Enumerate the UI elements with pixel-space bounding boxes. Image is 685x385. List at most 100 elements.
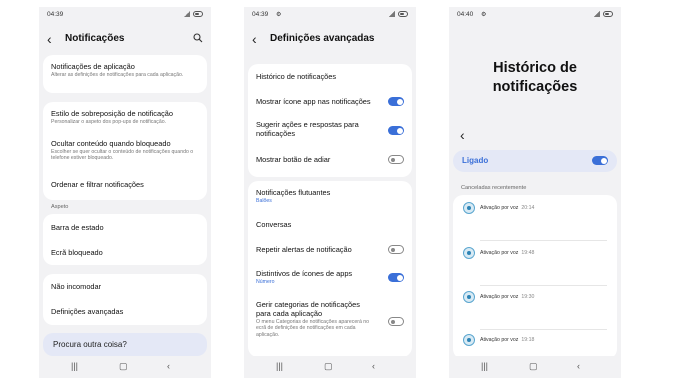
list-item-do-not-disturb[interactable]: Não incomodar — [51, 282, 199, 291]
item-title: Conversas — [256, 220, 292, 229]
nav-back-icon[interactable]: ‹ — [372, 361, 375, 371]
status-bar: 04:39 — [47, 11, 203, 21]
section-label-recent: Canceladas recentemente — [461, 185, 527, 191]
entry-time: 19:48 — [521, 250, 535, 256]
header: ‹ Definições avançadas — [244, 31, 416, 49]
navigation-bar: ||| ▢ ‹ — [244, 356, 416, 378]
page-title-text: Histórico de notificações — [492, 60, 578, 95]
toggle-suggest-actions[interactable] — [388, 126, 404, 135]
list-item-conversations[interactable]: Conversas — [256, 220, 404, 229]
toggle-icon-badges[interactable] — [388, 273, 404, 282]
entry-label: Ativação por voz — [480, 205, 519, 211]
phone-notifications-screen: 04:39 ‹ Notificações Notificações de apl… — [39, 7, 211, 378]
status-bar: 04:40 ⚙ — [457, 11, 613, 21]
nav-recents-icon[interactable]: ||| — [276, 361, 283, 371]
list-item[interactable]: Ativação por voz 19:30 — [463, 291, 607, 331]
item-title: Estilo de sobreposição de notificação — [51, 109, 174, 118]
battery-icon — [603, 11, 613, 17]
search-suggestion-label: Procura outra coisa? — [53, 340, 127, 349]
item-title: Ordenar e filtrar notificações — [51, 180, 144, 189]
nav-recents-icon[interactable]: ||| — [71, 361, 78, 371]
divider — [480, 285, 607, 286]
item-title: Gerir categorias de notificações para ca… — [256, 300, 360, 318]
list-item-hide-content[interactable]: Ocultar conteúdo quando bloqueado Escolh… — [51, 139, 199, 162]
list-item-notification-history[interactable]: Histórico de notificações — [256, 72, 404, 81]
status-time: 04:39 — [47, 11, 64, 18]
voice-activation-icon — [463, 291, 475, 303]
list-item-manage-categories[interactable]: Gerir categorias de notificações para ca… — [256, 300, 376, 338]
settings-gear-icon: ⚙ — [276, 12, 282, 18]
list-item-sort-filter[interactable]: Ordenar e filtrar notificações — [51, 180, 199, 189]
status-time: 04:40 — [457, 11, 474, 18]
signal-icon — [594, 11, 600, 17]
navigation-bar: ||| ▢ ‹ — [449, 356, 621, 378]
page-title: Definições avançadas — [270, 33, 375, 44]
signal-icon — [389, 11, 395, 17]
list-item-icon-badges[interactable]: Distintivos de ícones de apps Número — [256, 269, 376, 285]
nav-back-icon[interactable]: ‹ — [167, 361, 170, 371]
list-item[interactable]: Ativação por voz 19:48 — [463, 247, 607, 287]
phone-notification-history-screen: 04:40 ⚙ Histórico de notificações ‹ Ligad… — [449, 7, 621, 378]
more-settings-card: Não incomodar Definições avançadas — [43, 274, 207, 325]
voice-activation-icon — [463, 202, 475, 214]
item-subtitle: Número — [256, 279, 275, 285]
battery-icon — [193, 11, 203, 17]
list-item-status-bar[interactable]: Barra de estado — [51, 223, 199, 232]
page-title: Histórico de notificações — [449, 59, 621, 97]
nav-home-icon[interactable]: ▢ — [119, 361, 128, 372]
item-subtitle: O menu Categorias de notificações aparec… — [256, 319, 370, 338]
voice-activation-icon — [463, 247, 475, 259]
advanced-card-2: Notificações flutuantes Balões Conversas… — [248, 181, 412, 357]
list-item[interactable]: Ativação por voz 20:14 — [463, 202, 607, 242]
item-title: Histórico de notificações — [256, 72, 337, 81]
list-item-app-notifications[interactable]: Notificações de aplicação Alterar as def… — [51, 62, 199, 78]
nav-home-icon[interactable]: ▢ — [529, 361, 538, 372]
list-item-repeat-alerts[interactable]: Repetir alertas de notificação — [256, 245, 376, 254]
navigation-bar: ||| ▢ ‹ — [39, 356, 211, 378]
search-suggestion-card[interactable]: Procura outra coisa? — [43, 333, 207, 356]
list-item-overlay-style[interactable]: Estilo de sobreposição de notificação Pe… — [51, 109, 199, 125]
item-title: Repetir alertas de notificação — [256, 245, 352, 254]
item-title: Mostrar botão de adiar — [256, 155, 331, 164]
list-item-advanced-settings[interactable]: Definições avançadas — [51, 307, 199, 316]
item-title: Não incomodar — [51, 282, 102, 291]
settings-gear-icon: ⚙ — [481, 12, 487, 18]
battery-icon — [398, 11, 408, 17]
status-time: 04:39 — [252, 11, 269, 18]
toggle-manage-categories[interactable] — [388, 317, 404, 326]
back-arrow-icon[interactable]: ‹ — [460, 127, 465, 143]
history-card: Ativação por voz 20:14 Ativação por voz 19… — [453, 195, 617, 359]
master-toggle[interactable] — [592, 156, 608, 165]
back-arrow-icon[interactable]: ‹ — [47, 31, 52, 47]
list-item-floating-notifications[interactable]: Notificações flutuantes Balões — [256, 188, 404, 204]
back-arrow-icon[interactable]: ‹ — [252, 31, 257, 47]
app-notifications-card: Notificações de aplicação Alterar as def… — [43, 55, 207, 93]
voice-activation-icon — [463, 334, 475, 346]
header: ‹ Notificações — [39, 31, 211, 49]
list-item-lock-screen[interactable]: Ecrã bloqueado — [51, 248, 199, 257]
entry-label: Ativação por voz — [480, 294, 519, 300]
toggle-snooze-button[interactable] — [388, 155, 404, 164]
item-title: Ecrã bloqueado — [51, 248, 103, 257]
nav-back-icon[interactable]: ‹ — [577, 361, 580, 371]
master-toggle-label: Ligado — [462, 156, 489, 165]
toggle-repeat-alerts[interactable] — [388, 245, 404, 254]
list-item-suggest-actions[interactable]: Sugerir ações e respostas para notificaç… — [256, 120, 376, 138]
search-icon[interactable] — [193, 33, 203, 43]
item-title: Mostrar ícone app nas notificações — [256, 97, 371, 106]
item-subtitle: Balões — [256, 198, 272, 204]
entry-time: 20:14 — [521, 205, 535, 211]
master-toggle-row[interactable]: Ligado — [453, 150, 617, 172]
status-bar: 04:39 ⚙ — [252, 11, 408, 21]
nav-home-icon[interactable]: ▢ — [324, 361, 333, 372]
entry-text: Ativação por voz 19:18 — [480, 337, 534, 343]
item-title: Notificações flutuantes — [256, 188, 331, 197]
entry-time: 19:18 — [521, 337, 535, 343]
divider — [480, 329, 607, 330]
list-item-show-app-icon[interactable]: Mostrar ícone app nas notificações — [256, 97, 376, 106]
nav-recents-icon[interactable]: ||| — [481, 361, 488, 371]
list-item-snooze-button[interactable]: Mostrar botão de adiar — [256, 155, 376, 164]
item-title: Ocultar conteúdo quando bloqueado — [51, 139, 171, 148]
advanced-card-1: Histórico de notificações Mostrar ícone … — [248, 64, 412, 177]
toggle-show-app-icon[interactable] — [388, 97, 404, 106]
